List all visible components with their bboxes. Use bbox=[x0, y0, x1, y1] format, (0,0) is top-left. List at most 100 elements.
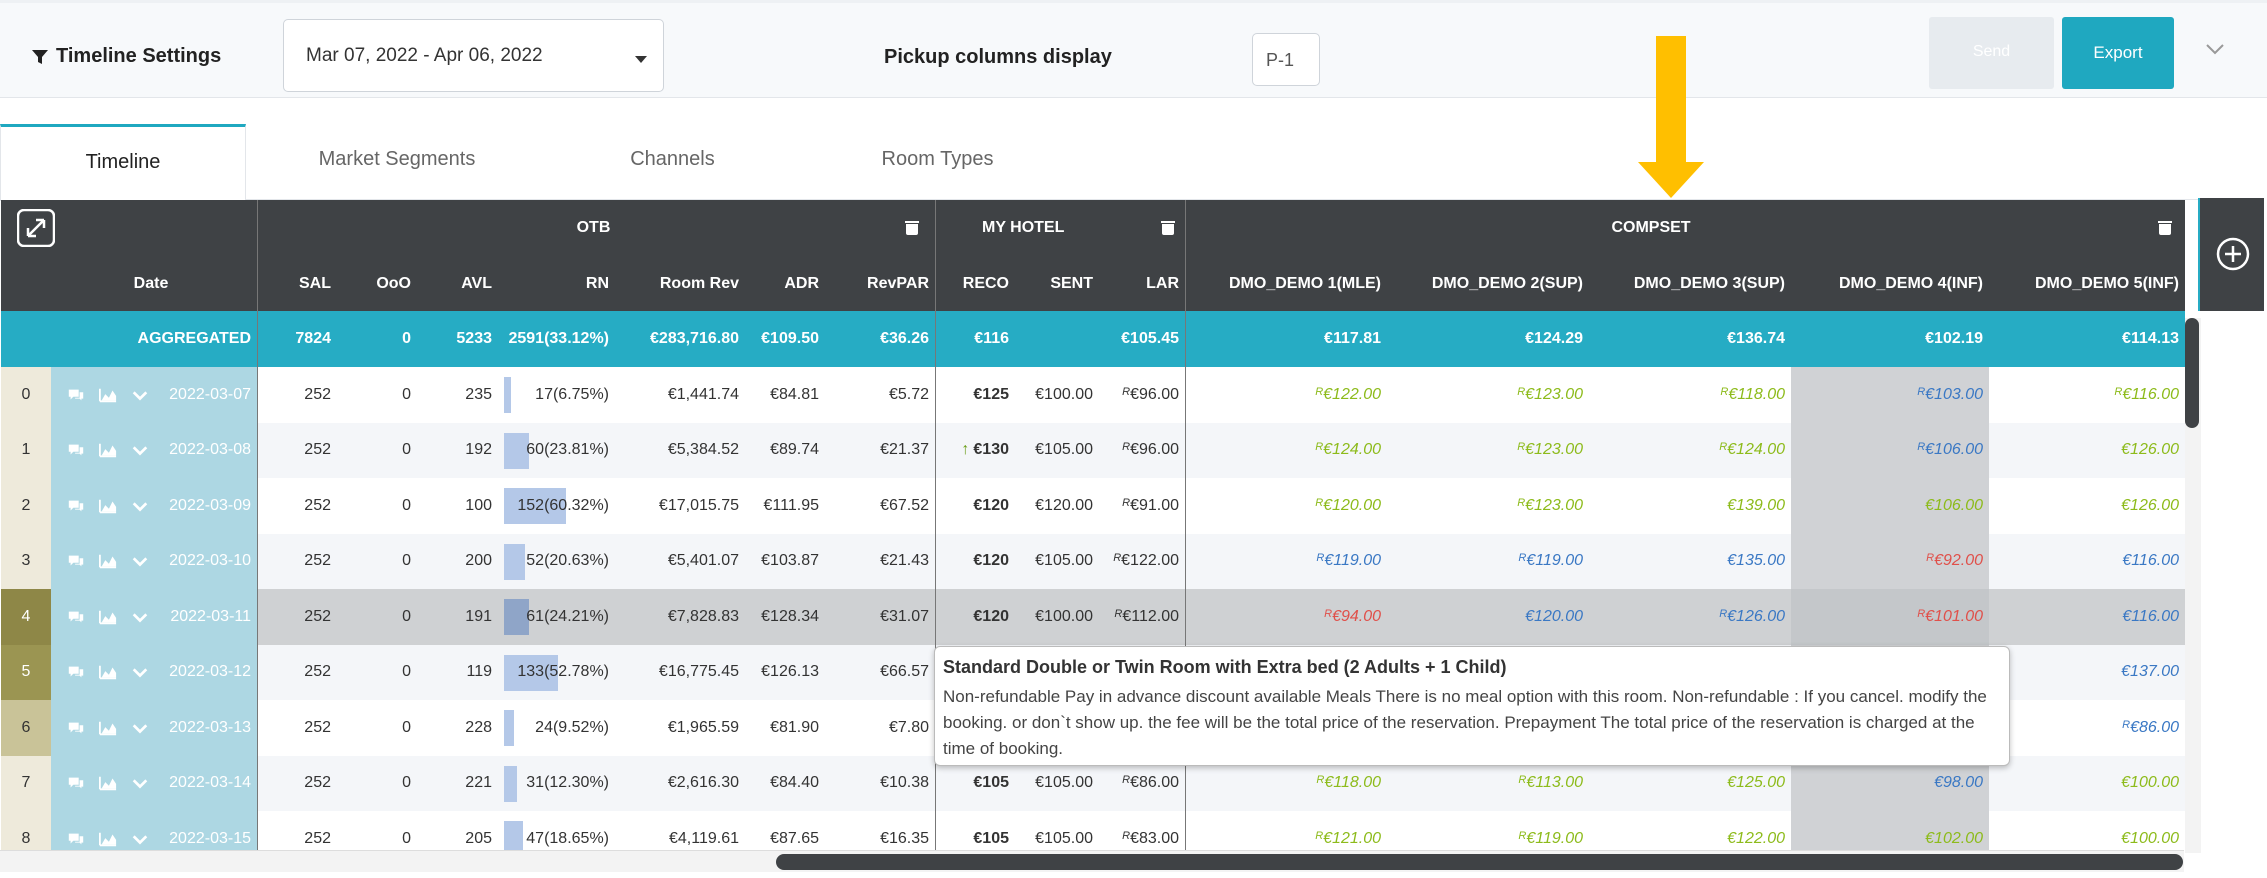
comment-icon[interactable] bbox=[67, 498, 85, 514]
compset-c1-cell[interactable]: R €124.00 bbox=[1185, 423, 1387, 479]
comment-icon[interactable] bbox=[67, 775, 85, 791]
column-header-lar[interactable]: LAR bbox=[1099, 256, 1185, 311]
column-header-c2[interactable]: DMO_DEMO 2(SUP) bbox=[1387, 256, 1589, 311]
reco-cell[interactable]: €105 bbox=[935, 811, 1015, 852]
chevron-down-icon[interactable] bbox=[131, 831, 149, 847]
compset-c3-cell[interactable]: €139.00 bbox=[1589, 478, 1791, 534]
trash-icon[interactable] bbox=[2153, 200, 2183, 256]
column-header-sal[interactable]: SAL bbox=[257, 256, 337, 311]
compset-c5-cell[interactable]: €126.00 bbox=[1989, 423, 2185, 479]
table-row[interactable]: 2 2022-03-09 252 0 100 €17,015.75 €111.95 €67.5… bbox=[1, 478, 2185, 534]
reco-cell[interactable]: ↑ €130 bbox=[935, 423, 1015, 479]
comment-icon[interactable] bbox=[67, 553, 85, 569]
horizontal-scrollbar[interactable] bbox=[0, 850, 2184, 872]
chart-icon[interactable] bbox=[99, 609, 117, 625]
chart-icon[interactable] bbox=[99, 831, 117, 847]
chevron-down-icon[interactable] bbox=[131, 498, 149, 514]
column-header-room-rev[interactable]: Room Rev bbox=[615, 256, 745, 311]
compset-c5-cell[interactable]: €100.00 bbox=[1989, 756, 2185, 812]
chart-icon[interactable] bbox=[99, 553, 117, 569]
comment-icon[interactable] bbox=[67, 609, 85, 625]
compset-c5-cell[interactable]: €116.00 bbox=[1989, 589, 2185, 645]
tab-channels[interactable]: Channels bbox=[600, 124, 745, 200]
compset-c2-cell[interactable]: R €123.00 bbox=[1387, 367, 1589, 423]
comment-icon[interactable] bbox=[67, 387, 85, 403]
chart-icon[interactable] bbox=[99, 720, 117, 736]
timeline-settings-title[interactable]: Timeline Settings bbox=[32, 45, 221, 68]
chart-icon[interactable] bbox=[99, 498, 117, 514]
tab-market-segments[interactable]: Market Segments bbox=[290, 124, 504, 200]
table-row[interactable]: 3 2022-03-10 252 0 200 €5,401.07 €103.87 €21.43… bbox=[1, 533, 2185, 590]
comment-icon[interactable] bbox=[67, 831, 85, 847]
column-header-c4[interactable]: DMO_DEMO 4(INF) bbox=[1791, 256, 1989, 311]
compset-c4-cell[interactable]: €106.00 bbox=[1791, 478, 1989, 534]
comment-icon[interactable] bbox=[67, 720, 85, 736]
chevron-down-icon[interactable] bbox=[131, 664, 149, 680]
compset-c4-cell[interactable]: €102.00 bbox=[1791, 811, 1989, 852]
compset-c3-cell[interactable]: €122.00 bbox=[1589, 811, 1791, 852]
column-header-date[interactable]: Date bbox=[51, 256, 257, 311]
column-header-sent[interactable]: SENT bbox=[1015, 256, 1099, 311]
chart-icon[interactable] bbox=[99, 442, 117, 458]
compset-c2-cell[interactable]: €120.00 bbox=[1387, 589, 1589, 645]
column-header-c3[interactable]: DMO_DEMO 3(SUP) bbox=[1589, 256, 1791, 311]
comment-icon[interactable] bbox=[67, 664, 85, 680]
table-row[interactable]: 1 2022-03-08 252 0 192 €5,384.52 €89.74 €21.37 €… bbox=[1, 422, 2185, 479]
chevron-down-icon[interactable] bbox=[2205, 39, 2225, 59]
table-row[interactable]: 0 2022-03-07 252 0 235 €1,441.74 €84.81 €5.72 €1… bbox=[1, 367, 2185, 423]
trash-icon[interactable] bbox=[900, 200, 930, 256]
compset-c1-cell[interactable]: R €94.00 bbox=[1185, 589, 1387, 645]
chevron-down-icon[interactable] bbox=[131, 775, 149, 791]
compset-c5-cell[interactable]: R €86.00 bbox=[1989, 700, 2185, 756]
compset-c5-cell[interactable]: €126.00 bbox=[1989, 478, 2185, 534]
chart-icon[interactable] bbox=[99, 387, 117, 403]
column-header-revpar[interactable]: RevPAR bbox=[825, 256, 935, 311]
column-header-c5[interactable]: DMO_DEMO 5(INF) bbox=[1989, 256, 2185, 311]
chart-icon[interactable] bbox=[99, 664, 117, 680]
chart-icon[interactable] bbox=[99, 775, 117, 791]
column-header-reco[interactable]: RECO bbox=[935, 256, 1015, 311]
compset-c4-cell[interactable]: R €103.00 bbox=[1791, 367, 1989, 423]
export-button[interactable]: Export bbox=[2062, 17, 2174, 89]
reco-cell[interactable]: €120 bbox=[935, 589, 1015, 645]
compset-c5-cell[interactable]: R €116.00 bbox=[1989, 367, 2185, 423]
column-header-c1[interactable]: DMO_DEMO 1(MLE) bbox=[1185, 256, 1387, 311]
compset-c4-cell[interactable]: R €101.00 bbox=[1791, 589, 1989, 645]
compset-c3-cell[interactable]: R €118.00 bbox=[1589, 367, 1791, 423]
compset-c2-cell[interactable]: R €123.00 bbox=[1387, 478, 1589, 534]
column-header-avl[interactable]: AVL bbox=[417, 256, 498, 311]
reco-cell[interactable]: €120 bbox=[935, 478, 1015, 534]
compset-c3-cell[interactable]: R €124.00 bbox=[1589, 423, 1791, 479]
comment-icon[interactable] bbox=[67, 442, 85, 458]
chevron-down-icon[interactable] bbox=[131, 720, 149, 736]
compset-c3-cell[interactable]: R €126.00 bbox=[1589, 589, 1791, 645]
send-button[interactable]: Send bbox=[1929, 17, 2054, 89]
compset-c1-cell[interactable]: R €122.00 bbox=[1185, 367, 1387, 423]
column-header-ooo[interactable]: OoO bbox=[337, 256, 417, 311]
date-range-select[interactable]: Mar 07, 2022 - Apr 06, 2022 bbox=[283, 19, 664, 92]
compset-c2-cell[interactable]: R €119.00 bbox=[1387, 811, 1589, 852]
vertical-scroll-thumb[interactable] bbox=[2185, 318, 2199, 428]
table-row[interactable]: 8 2022-03-15 252 0 205 €4,119.61 €87.65 €16.35 €… bbox=[1, 811, 2185, 852]
vertical-scrollbar[interactable] bbox=[2185, 318, 2201, 853]
chevron-down-icon[interactable] bbox=[131, 609, 149, 625]
compset-c1-cell[interactable]: R €119.00 bbox=[1185, 534, 1387, 590]
compset-c2-cell[interactable]: R €119.00 bbox=[1387, 534, 1589, 590]
compset-c4-cell[interactable]: R €106.00 bbox=[1791, 422, 1989, 478]
table-row[interactable]: 4 2022-03-11 252 0 191 €7,828.83 €128.34 €31.07… bbox=[1, 589, 2185, 645]
chevron-down-icon[interactable] bbox=[131, 442, 149, 458]
column-header-rn[interactable]: RN bbox=[498, 256, 615, 311]
compset-c1-cell[interactable]: R €120.00 bbox=[1185, 478, 1387, 534]
pickup-columns-input[interactable]: P-1 bbox=[1252, 33, 1320, 86]
compset-c1-cell[interactable]: R €121.00 bbox=[1185, 811, 1387, 852]
chevron-down-icon[interactable] bbox=[131, 387, 149, 403]
compset-c2-cell[interactable]: R €123.00 bbox=[1387, 423, 1589, 479]
compset-c5-cell[interactable]: €137.00 bbox=[1989, 645, 2185, 701]
reco-cell[interactable]: €125 bbox=[935, 367, 1015, 423]
compset-c5-cell[interactable]: €116.00 bbox=[1989, 534, 2185, 590]
trash-icon[interactable] bbox=[1156, 200, 1186, 256]
compset-c3-cell[interactable]: €135.00 bbox=[1589, 534, 1791, 590]
expand-icon[interactable] bbox=[17, 209, 55, 247]
tab-room-types[interactable]: Room Types bbox=[860, 124, 1015, 200]
chevron-down-icon[interactable] bbox=[131, 553, 149, 569]
